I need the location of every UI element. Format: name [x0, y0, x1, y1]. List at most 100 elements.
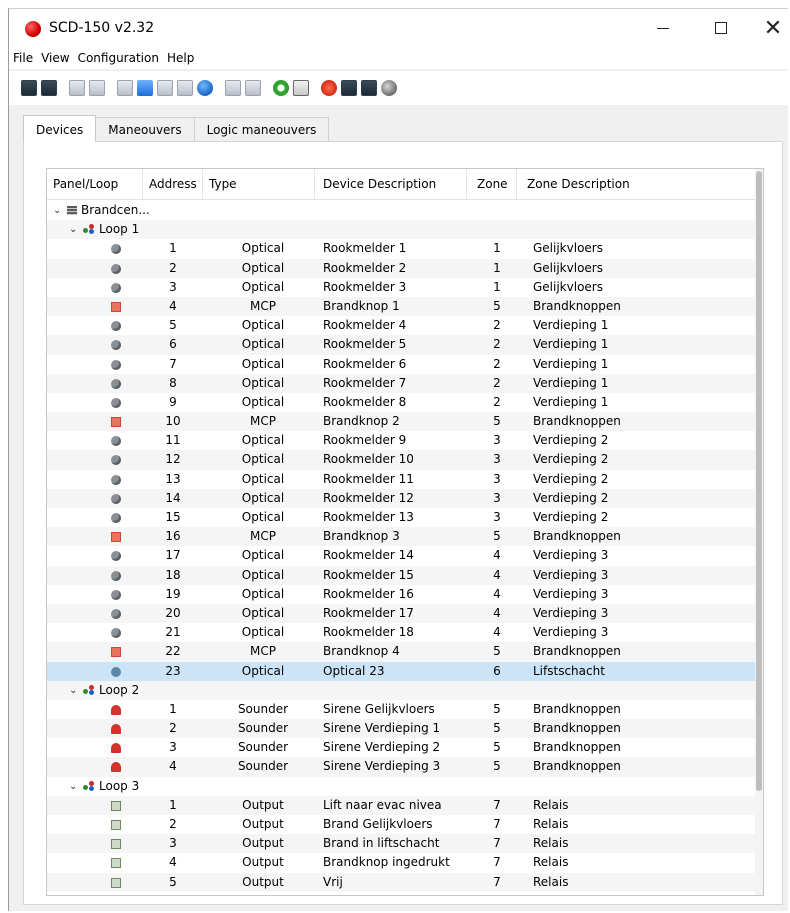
menu-file[interactable]: File — [9, 51, 37, 65]
table-row[interactable]: 17 Optical Rookmelder 14 4 Verdieping 3 — [47, 546, 757, 565]
table-row[interactable]: 21 Optical Rookmelder 18 4 Verdieping 3 — [47, 623, 757, 642]
save-icon[interactable] — [41, 80, 57, 96]
cell-zone-description: Brandknoppen — [533, 759, 621, 774]
table-row[interactable]: 3 Sounder Sirene Verdieping 2 5 Brandknoppen — [47, 738, 757, 757]
doc-icon[interactable] — [157, 80, 173, 96]
doc2-icon[interactable] — [177, 80, 193, 96]
table-row[interactable]: 22 MCP Brandknop 4 5 Brandknoppen — [47, 642, 757, 662]
chevron-down-icon[interactable]: ⌄ — [69, 681, 77, 700]
cell-address: 1 — [169, 701, 177, 716]
table-row[interactable]: 23 Optical Optical 23 6 Lifstschacht — [47, 661, 757, 681]
call-point-icon — [111, 301, 121, 312]
refresh-icon[interactable] — [273, 80, 289, 96]
cell-address: 15 — [165, 510, 181, 524]
table-row[interactable]: 9 Optical Rookmelder 8 2 Verdieping 1 — [47, 393, 757, 412]
table-row[interactable]: 18 Optical Rookmelder 15 4 Verdieping 3 — [47, 565, 757, 585]
cell-zone-description: Verdieping 3 — [533, 548, 609, 563]
minimize-button[interactable] — [643, 13, 683, 43]
download-icon[interactable] — [361, 80, 377, 96]
cell-device-description: Rookmelder 8 — [323, 394, 407, 409]
table-row[interactable]: 11 Optical Rookmelder 9 3 Verdieping 2 — [47, 431, 757, 450]
table-row[interactable]: 6 Optical Rookmelder 5 2 Verdieping 1 — [47, 335, 757, 355]
cell-zone: 1 — [493, 241, 501, 256]
edit-icon[interactable] — [117, 80, 133, 96]
tree-row-panel[interactable]: ⌄ Brandcen... — [47, 201, 757, 220]
optical-detector-icon — [111, 474, 121, 485]
tab-devices[interactable]: Devices — [23, 115, 97, 142]
col-device-description[interactable]: Device Description — [315, 169, 467, 199]
col-zone-description[interactable]: Zone Description — [517, 169, 757, 199]
table-row[interactable]: 1 Optical Rookmelder 1 1 Gelijkvloers — [47, 239, 757, 258]
cell-device-description: Brandknop ingedrukt — [323, 855, 450, 870]
scrollbar-thumb[interactable] — [756, 171, 762, 791]
loop-label: Loop 1 — [99, 222, 140, 237]
table-row[interactable]: 13 Optical Rookmelder 11 3 Verdieping 2 — [47, 470, 757, 489]
loop-label: Loop 2 — [99, 682, 140, 697]
cell-zone-description: Brandknoppen — [533, 644, 621, 659]
cell-zone: 7 — [493, 874, 501, 889]
report-txt-icon[interactable] — [245, 80, 261, 96]
table-row[interactable]: 1 Sounder Sirene Gelijkvloers 5 Brandknoppen — [47, 700, 757, 719]
table-row[interactable]: 19 Optical Rookmelder 16 4 Verdieping 3 — [47, 585, 757, 604]
search-icon[interactable] — [381, 80, 397, 96]
tree-row-loop[interactable]: ⌄ Loop 3 — [47, 777, 757, 796]
table-row[interactable]: 16 MCP Brandknop 3 5 Brandknoppen — [47, 527, 757, 547]
open-icon[interactable] — [21, 80, 37, 96]
menu-configuration[interactable]: Configuration — [74, 51, 163, 65]
col-panel-loop[interactable]: Panel/Loop — [47, 169, 143, 199]
table-row[interactable]: 10 MCP Brandknop 2 5 Brandknoppen — [47, 412, 757, 432]
output-module-icon — [111, 858, 121, 869]
cell-type: Output — [242, 874, 284, 889]
table-row[interactable]: 3 Optical Rookmelder 3 1 Gelijkvloers — [47, 278, 757, 297]
chevron-down-icon[interactable]: ⌄ — [69, 220, 77, 239]
table-row[interactable]: 4 Sounder Sirene Verdieping 3 5 Brandknoppen — [47, 757, 757, 777]
cell-type: Output — [242, 817, 284, 831]
close-button[interactable]: ✕ — [753, 13, 790, 43]
table-row[interactable]: 20 Optical Rookmelder 17 4 Verdieping 3 — [47, 603, 757, 624]
clipboard-icon[interactable] — [293, 80, 309, 96]
cell-address: 4 — [169, 298, 177, 313]
chevron-down-icon[interactable]: ⌄ — [69, 777, 77, 796]
stop-icon[interactable] — [321, 80, 337, 96]
col-address[interactable]: Address — [143, 169, 203, 199]
report-icon[interactable] — [225, 80, 241, 96]
table-row[interactable]: 1 Output Lift naar evac nivea 7 Relais — [47, 795, 757, 815]
col-type[interactable]: Type — [203, 169, 315, 199]
table-row[interactable]: 2 Optical Rookmelder 2 1 Gelijkvloers — [47, 258, 757, 278]
tree-row-loop[interactable]: ⌄ Loop 1 — [47, 220, 757, 240]
globe-icon[interactable] — [197, 80, 213, 96]
table-row[interactable]: 5 Optical Rookmelder 4 2 Verdieping 1 — [47, 316, 757, 335]
tab-logic-maneouvers[interactable]: Logic maneouvers — [193, 117, 330, 142]
users-icon[interactable] — [137, 80, 153, 96]
table-row[interactable]: 8 Optical Rookmelder 7 2 Verdieping 1 — [47, 373, 757, 393]
table-row[interactable]: 4 MCP Brandknop 1 5 Brandknoppen — [47, 296, 757, 317]
cell-device-description: Rookmelder 10 — [323, 452, 414, 467]
app-window: SCD-150 v2.32 ✕ File View Configuration Hel… — [8, 8, 790, 911]
table-row[interactable]: 12 Optical Rookmelder 10 3 Verdieping 2 — [47, 450, 757, 470]
print-preview-icon[interactable] — [89, 80, 105, 96]
table-row[interactable]: 2 Output Brand Gelijkvloers 7 Relais — [47, 815, 757, 834]
tree-row-loop[interactable]: ⌄ Loop 2 — [47, 680, 757, 700]
table-row[interactable]: 14 Optical Rookmelder 12 3 Verdieping 2 — [47, 488, 757, 508]
menu-view[interactable]: View — [37, 51, 73, 65]
maximize-button[interactable] — [701, 13, 741, 43]
tab-maneouvers[interactable]: Maneouvers — [95, 117, 195, 142]
table-row[interactable]: 15 Optical Rookmelder 13 3 Verdieping 2 — [47, 508, 757, 527]
menu-help[interactable]: Help — [163, 51, 198, 65]
upload-icon[interactable] — [341, 80, 357, 96]
cell-device-description: Rookmelder 13 — [323, 510, 414, 524]
print-icon[interactable] — [69, 80, 85, 96]
col-zone[interactable]: Zone — [467, 169, 517, 199]
table-row[interactable]: 4 Output Brandknop ingedrukt 7 Relais — [47, 853, 757, 872]
device-tree-grid[interactable]: Panel/Loop Address Type Device Descripti… — [46, 168, 764, 896]
table-row[interactable]: 2 Sounder Sirene Verdieping 1 5 Brandknoppen — [47, 719, 757, 739]
cell-device-description: Rookmelder 9 — [323, 433, 407, 448]
vertical-scrollbar[interactable] — [755, 169, 763, 895]
chevron-down-icon[interactable]: ⌄ — [53, 201, 61, 220]
table-row[interactable]: 3 Output Brand in liftschacht 7 Relais — [47, 834, 757, 854]
cell-device-description: Sirene Verdieping 3 — [323, 759, 441, 774]
cell-device-description: Rookmelder 16 — [323, 586, 414, 601]
table-row[interactable]: 7 Optical Rookmelder 6 2 Verdieping 1 — [47, 355, 757, 374]
cell-device-description: Sirene Gelijkvloers — [323, 701, 435, 716]
table-row[interactable]: 5 Output Vrij 7 Relais — [47, 872, 757, 892]
